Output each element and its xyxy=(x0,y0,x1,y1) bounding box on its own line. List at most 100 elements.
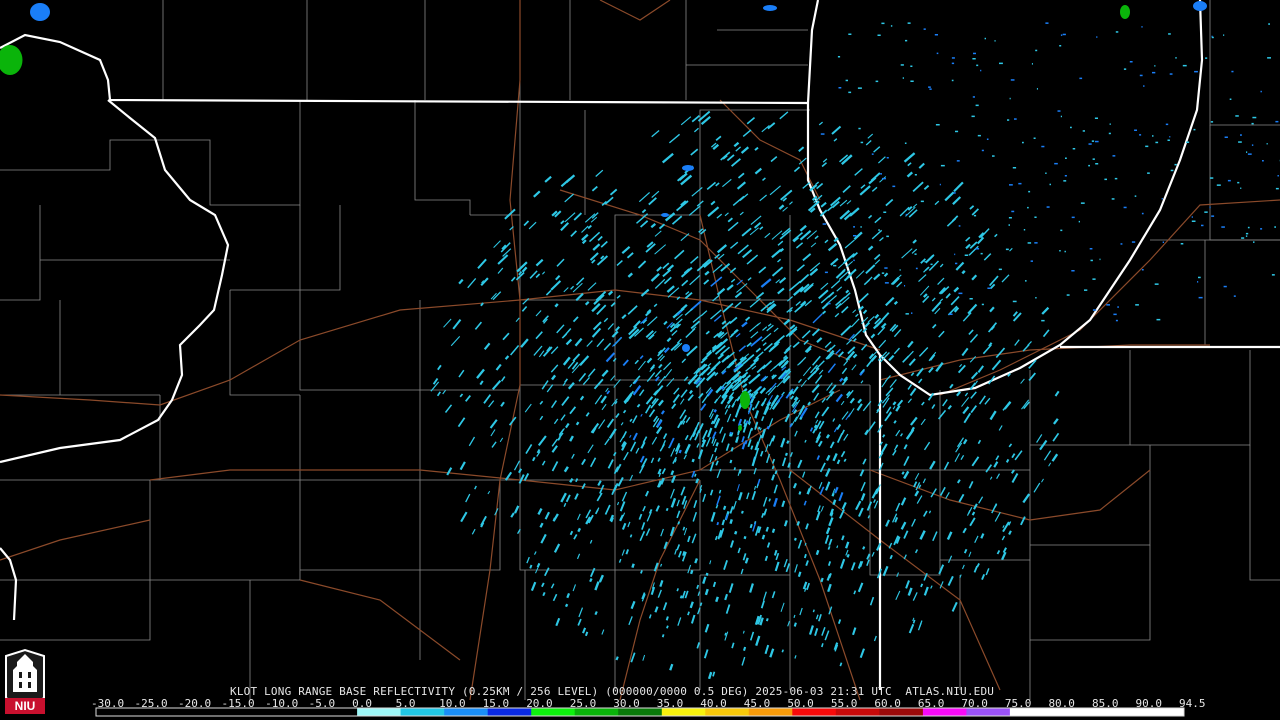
colorbar-label: 40.0 xyxy=(700,697,727,710)
echo-speckle xyxy=(971,511,976,516)
echo-speckle xyxy=(594,611,598,616)
echo-speckle xyxy=(729,519,733,525)
echo-speckle xyxy=(1092,278,1096,280)
echo-speckle xyxy=(956,160,960,162)
echo-speckle xyxy=(853,226,855,228)
echo-speckle xyxy=(1170,169,1174,172)
echo-speckle xyxy=(1211,36,1214,39)
echo-speckle xyxy=(1237,181,1240,184)
echo-speckle xyxy=(694,473,697,477)
echo-speckle xyxy=(1169,73,1173,75)
echo-speckle xyxy=(1139,74,1143,77)
echo-speckle xyxy=(929,88,932,90)
echo-speckle xyxy=(1238,141,1242,143)
echo-speckle xyxy=(853,259,855,262)
colorbar-label: 50.0 xyxy=(787,697,814,710)
echo-speckle xyxy=(1229,98,1232,100)
colorbar-label: 85.0 xyxy=(1091,697,1119,710)
echo-speckle xyxy=(1223,34,1225,36)
echo-speckle xyxy=(715,442,719,447)
echo-speckle xyxy=(751,407,755,411)
colorbar-label: 35.0 xyxy=(656,697,684,710)
echo-speckle xyxy=(822,223,827,225)
echo-speckle xyxy=(970,309,972,311)
echo-speckle xyxy=(886,235,889,238)
echo-speckle xyxy=(1084,289,1088,291)
echo-speckle xyxy=(1095,140,1099,143)
echo-speckle xyxy=(1143,85,1145,87)
echo-speckle xyxy=(980,69,982,72)
echo-speckle xyxy=(677,521,681,525)
echo-speckle xyxy=(1008,224,1010,226)
echo-speckle xyxy=(715,596,719,603)
echo-speckle xyxy=(948,313,953,315)
echo-speckle xyxy=(907,22,911,24)
echo-speckle xyxy=(924,260,926,263)
echo-speckle xyxy=(577,527,582,533)
echo-speckle xyxy=(1152,71,1156,74)
echo-speckle xyxy=(994,40,996,42)
echo-speckle xyxy=(665,507,669,512)
echo-speckle xyxy=(1014,118,1017,120)
echo-speckle xyxy=(1271,274,1275,276)
echo-speckle xyxy=(682,526,686,531)
echo-speckle xyxy=(904,142,907,144)
echo-speckle xyxy=(1109,123,1111,125)
echo-speckle xyxy=(1129,61,1133,63)
echo-speckle xyxy=(900,64,904,66)
colorbar-label: -20.0 xyxy=(178,697,212,710)
echo-speckle xyxy=(1267,57,1271,59)
echo-speckle xyxy=(803,553,807,559)
echo-speckle xyxy=(1245,232,1249,235)
echo-speckle xyxy=(1156,318,1161,321)
echo-speckle xyxy=(695,478,700,484)
echo-speckle xyxy=(691,458,695,463)
echo-speckle xyxy=(732,418,736,422)
echo-speckle xyxy=(1057,110,1061,112)
echo-speckle xyxy=(1115,319,1118,322)
colorbar-label: -30.0 xyxy=(91,697,125,710)
echo-speckle xyxy=(954,253,956,256)
echo-speckle xyxy=(678,449,682,454)
echo-speckle xyxy=(1012,167,1017,169)
colorbar-label: 10.0 xyxy=(439,697,466,710)
colorbar-label: 20.0 xyxy=(526,697,553,710)
echo-speckle xyxy=(730,447,734,452)
echo-speckle xyxy=(899,269,901,271)
colorbar-label: 94.5 xyxy=(1179,697,1206,710)
colorbar-label: 0.0 xyxy=(352,697,372,710)
echo-core xyxy=(682,165,694,171)
echo-speckle xyxy=(1092,309,1097,311)
echo-speckle xyxy=(1275,187,1279,190)
echo-speckle xyxy=(1227,179,1231,182)
echo-speckle xyxy=(1114,177,1118,180)
echo-speckle xyxy=(768,498,771,502)
echo-speckle xyxy=(1240,134,1242,136)
echo-speckle xyxy=(1028,190,1031,193)
echo-speckle xyxy=(1260,90,1262,93)
echo-speckle xyxy=(821,643,824,648)
echo-speckle xyxy=(1010,79,1015,81)
echo-speckle xyxy=(798,491,802,495)
echo-speckle xyxy=(1023,229,1026,231)
echo-speckle xyxy=(1191,216,1193,218)
echo-speckle xyxy=(883,211,887,213)
echo-speckle xyxy=(934,34,938,36)
echo-speckle xyxy=(1268,23,1270,25)
echo-speckle xyxy=(1147,172,1150,174)
echo-speckle xyxy=(679,595,683,599)
echo-speckle xyxy=(905,313,909,315)
echo-speckle xyxy=(676,588,679,592)
echo-speckle xyxy=(1005,458,1010,463)
echo-speckle xyxy=(958,292,963,295)
echo-speckle xyxy=(665,616,669,621)
echo-speckle xyxy=(670,470,675,476)
echo-speckle xyxy=(1011,210,1015,213)
colorbar-label: 25.0 xyxy=(569,697,597,710)
echo-speckle xyxy=(615,656,619,661)
echo-speckle xyxy=(1012,300,1017,303)
echo-speckle xyxy=(765,618,769,622)
echo-speckle xyxy=(728,433,733,437)
echo-speckle xyxy=(975,104,979,107)
echo-speckle xyxy=(718,489,722,494)
